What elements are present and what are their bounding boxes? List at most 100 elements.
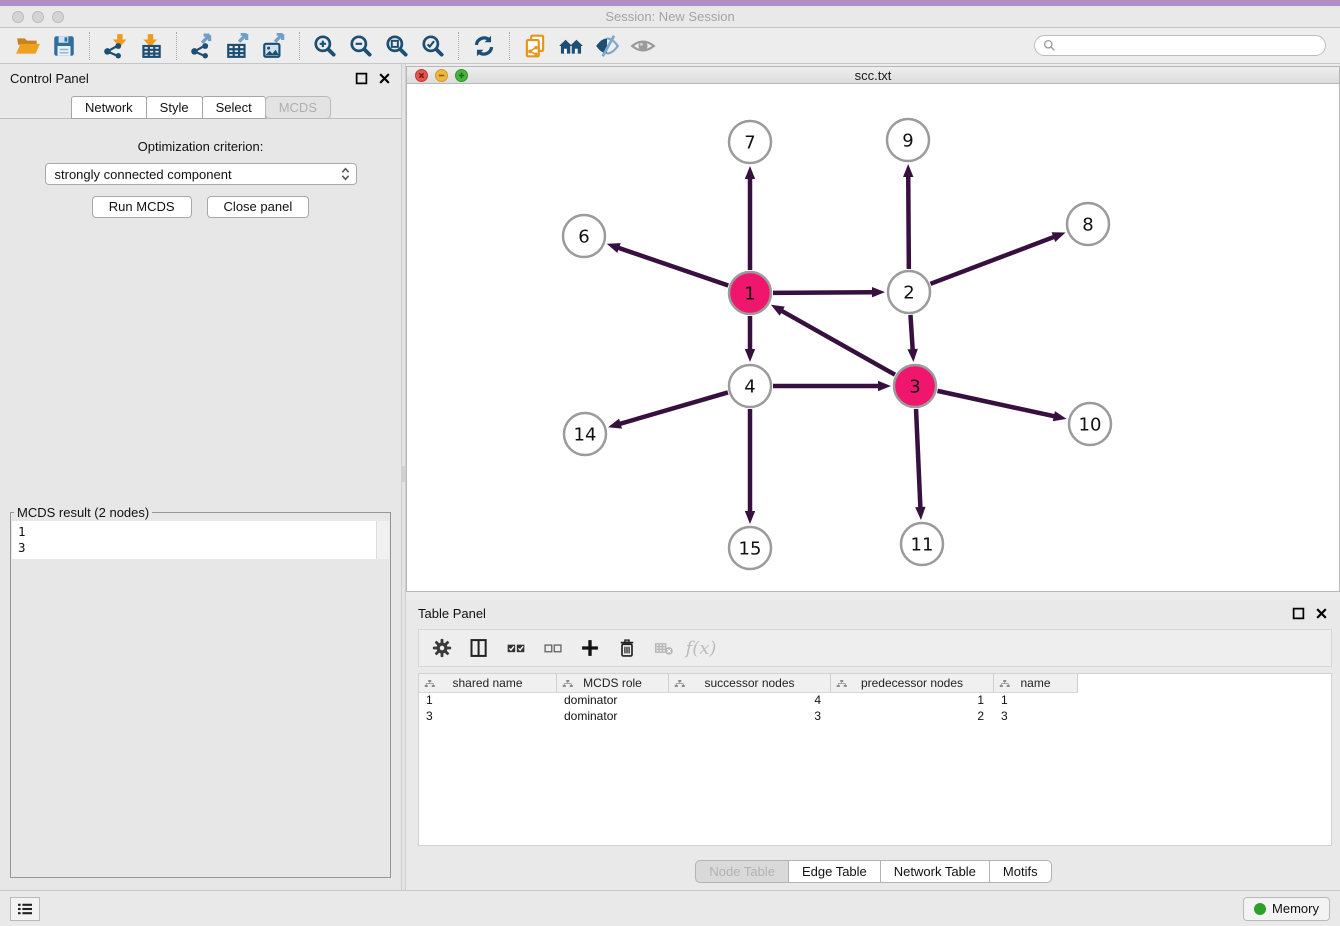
export-image-button[interactable] — [259, 31, 289, 61]
toolbar-separator — [458, 32, 459, 60]
network-graph[interactable]: 7968124314101511 — [407, 84, 1337, 586]
graph-edge-3-1[interactable] — [780, 310, 894, 375]
close-icon — [1315, 607, 1328, 620]
add-column-button[interactable] — [579, 637, 601, 659]
export-image-icon — [261, 33, 287, 59]
first-neighbors-button[interactable] — [556, 31, 586, 61]
tab-style[interactable]: Style — [146, 96, 203, 119]
clone-network-button[interactable] — [520, 31, 550, 61]
tab-node-table[interactable]: Node Table — [695, 860, 789, 883]
column-type-icon — [836, 678, 847, 689]
table-toolbar: f(x) — [418, 629, 1332, 667]
result-scrollbar[interactable] — [376, 521, 389, 559]
graph-edge-2-9[interactable] — [908, 175, 909, 269]
tab-motifs[interactable]: Motifs — [989, 860, 1052, 883]
edge-arrowhead — [771, 305, 785, 316]
node-table[interactable]: shared nameMCDS rolesuccessor nodesprede… — [418, 673, 1332, 846]
table-panel: Table Panel — [406, 600, 1340, 890]
plus-icon — [580, 638, 600, 658]
cell-name[interactable]: 1 — [994, 693, 1078, 709]
deselect-all-button[interactable] — [542, 637, 564, 659]
float-table-panel-button[interactable] — [1292, 607, 1305, 620]
graph-node-label: 9 — [902, 130, 913, 151]
function-builder-button: f(x) — [690, 637, 712, 659]
memory-button[interactable]: Memory — [1243, 897, 1330, 921]
float-icon — [1292, 607, 1305, 620]
network-canvas[interactable]: 7968124314101511 — [406, 84, 1340, 592]
export-network-button[interactable] — [187, 31, 217, 61]
cell-name[interactable]: 3 — [994, 709, 1078, 725]
close-panel-button-mcds[interactable]: Close panel — [207, 196, 310, 218]
graph-edge-3-10[interactable] — [937, 391, 1055, 417]
graph-node-label: 2 — [903, 282, 914, 303]
graph-edge-2-8[interactable] — [931, 236, 1056, 283]
task-history-button[interactable] — [10, 897, 40, 921]
network-view-window: scc.txt 7968124314101511 — [406, 66, 1340, 592]
control-panel-tabs: NetworkStyleSelectMCDS — [0, 96, 401, 119]
edge-arrowhead — [878, 381, 891, 391]
export-table-button[interactable] — [223, 31, 253, 61]
tab-select[interactable]: Select — [202, 96, 266, 119]
import-network-button[interactable] — [100, 31, 130, 61]
tab-network-table[interactable]: Network Table — [880, 860, 990, 883]
delete-column-button[interactable] — [616, 637, 638, 659]
edge-arrowhead — [903, 164, 913, 177]
tab-mcds[interactable]: MCDS — [265, 96, 331, 119]
search-box[interactable] — [1034, 35, 1326, 56]
column-header-MCDS-role[interactable]: MCDS role — [557, 674, 669, 693]
graph-edge-3-11[interactable] — [916, 409, 920, 509]
cell-predecessor-nodes[interactable]: 2 — [831, 709, 994, 725]
search-input[interactable] — [1061, 39, 1317, 53]
import-table-button[interactable] — [136, 31, 166, 61]
vertical-splitter[interactable] — [401, 64, 406, 890]
houses-icon — [558, 33, 584, 59]
float-panel-button[interactable] — [355, 72, 368, 85]
open-session-button[interactable] — [13, 31, 43, 61]
refresh-view-button[interactable] — [469, 31, 499, 61]
table-panel-tabs: Node TableEdge TableNetwork TableMotifs — [406, 860, 1340, 890]
zoom-selected-button[interactable] — [418, 31, 448, 61]
toolbar-separator — [176, 32, 177, 60]
zoom-in-button[interactable] — [310, 31, 340, 61]
cell-successor-nodes[interactable]: 4 — [669, 693, 831, 709]
save-session-button[interactable] — [49, 31, 79, 61]
cell-MCDS-role[interactable]: dominator — [557, 693, 669, 709]
graph-node-label: 8 — [1082, 214, 1093, 235]
column-header-successor-nodes[interactable]: successor nodes — [669, 674, 831, 693]
close-table-panel-button[interactable] — [1315, 607, 1328, 620]
fit-content-button[interactable] — [382, 31, 412, 61]
cell-MCDS-role[interactable]: dominator — [557, 709, 669, 725]
cell-predecessor-nodes[interactable]: 1 — [831, 693, 994, 709]
tab-edge-table[interactable]: Edge Table — [788, 860, 881, 883]
criterion-value: strongly connected component — [55, 167, 339, 182]
run-mcds-button[interactable]: Run MCDS — [92, 196, 192, 218]
close-panel-button[interactable] — [378, 72, 391, 85]
cell-shared-name[interactable]: 1 — [419, 693, 557, 709]
search-icon — [1043, 39, 1056, 52]
cell-shared-name[interactable]: 3 — [419, 709, 557, 725]
show-hide-graphics-button[interactable] — [592, 31, 622, 61]
table-row[interactable]: 1dominator411 — [419, 693, 1331, 709]
table-row[interactable]: 3dominator323 — [419, 709, 1331, 725]
horizontal-splitter[interactable] — [406, 592, 1340, 600]
toolbar-separator — [89, 32, 90, 60]
graph-edge-4-14[interactable] — [619, 392, 728, 424]
show-columns-button[interactable] — [468, 637, 490, 659]
tab-network[interactable]: Network — [71, 96, 147, 119]
column-header-name[interactable]: name — [994, 674, 1078, 693]
select-all-button[interactable] — [505, 637, 527, 659]
criterion-select[interactable]: strongly connected component — [45, 163, 357, 185]
status-bar: Memory — [0, 890, 1340, 926]
zoom-out-button[interactable] — [346, 31, 376, 61]
column-header-shared-name[interactable]: shared name — [419, 674, 557, 693]
mcds-result-view[interactable]: 13 — [12, 521, 389, 559]
column-header-predecessor-nodes[interactable]: predecessor nodes — [831, 674, 994, 693]
mcds-result-title: MCDS result (2 nodes) — [14, 505, 152, 520]
graph-edge-1-2[interactable] — [773, 292, 874, 293]
graph-edge-2-3[interactable] — [910, 315, 912, 351]
table-settings-button[interactable] — [431, 637, 453, 659]
graph-edge-1-6[interactable] — [617, 247, 728, 285]
graph-node-label: 3 — [909, 376, 920, 397]
cell-successor-nodes[interactable]: 3 — [669, 709, 831, 725]
level-of-detail-button[interactable] — [628, 31, 658, 61]
